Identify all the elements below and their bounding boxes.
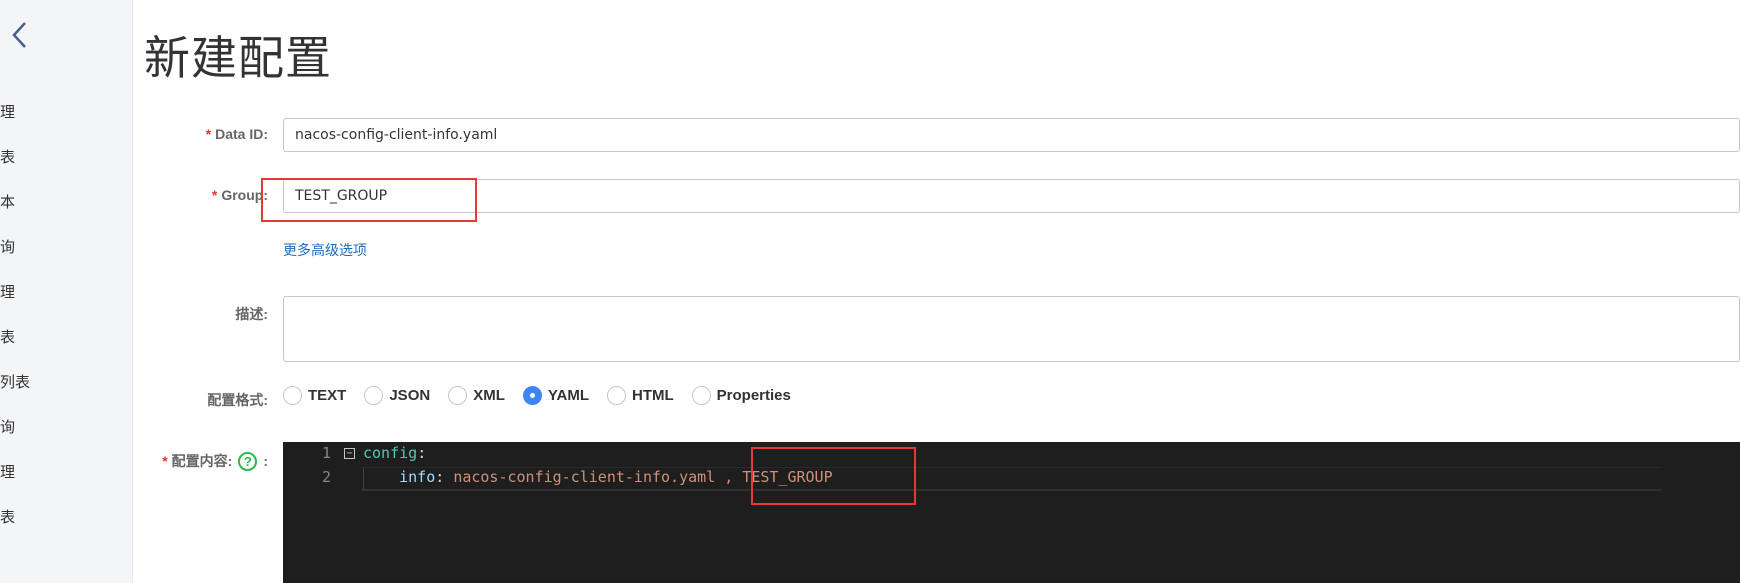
- group-label: * Group:: [212, 187, 268, 203]
- radio-label: YAML: [547, 387, 589, 404]
- sidebar-item[interactable]: 询: [0, 416, 15, 437]
- content-label-text: 配置内容:: [171, 453, 233, 469]
- radio-circle[interactable]: [364, 386, 384, 405]
- radio-label: Properties: [716, 387, 791, 404]
- sidebar-item[interactable]: 列表: [0, 371, 30, 392]
- code-line-2: info: nacos-config-client-info.yaml , TE…: [363, 468, 833, 486]
- radio-circle[interactable]: [283, 386, 302, 405]
- code-editor[interactable]: 1 2 − config: info: nacos-config-client-…: [283, 442, 1740, 583]
- yaml-key: config: [363, 444, 418, 462]
- advanced-options-link[interactable]: 更多高级选项: [283, 240, 367, 260]
- format-radio-properties[interactable]: Properties: [691, 386, 791, 405]
- back-arrow-icon[interactable]: [5, 20, 35, 50]
- sidebar-item[interactable]: 表: [0, 146, 15, 167]
- yaml-value: nacos-config-client-info.yaml , TEST_GRO…: [453, 468, 833, 486]
- fold-minus-icon[interactable]: −: [344, 448, 355, 459]
- radio-circle[interactable]: [448, 386, 468, 405]
- sidebar-item[interactable]: 表: [0, 506, 15, 527]
- sidebar-item[interactable]: 表: [0, 326, 15, 347]
- format-radio-text[interactable]: TEXT: [283, 386, 346, 405]
- description-label-text: 描述:: [235, 306, 268, 322]
- sidebar-item[interactable]: 理: [0, 101, 15, 122]
- sidebar-item[interactable]: 理: [0, 461, 15, 482]
- format-radio-yaml[interactable]: YAML: [522, 386, 589, 405]
- format-radio-html[interactable]: HTML: [607, 386, 674, 405]
- yaml-key: info: [399, 468, 436, 486]
- sidebar-item[interactable]: 本: [0, 191, 15, 212]
- format-radio-json[interactable]: JSON: [364, 386, 430, 405]
- required-mark: *: [205, 126, 212, 142]
- data-id-input[interactable]: [283, 118, 1740, 152]
- radio-circle[interactable]: [607, 386, 626, 405]
- required-mark: *: [162, 453, 168, 469]
- group-input[interactable]: [283, 179, 1740, 213]
- radio-circle-checked[interactable]: [522, 386, 542, 405]
- radio-label: HTML: [632, 387, 674, 404]
- radio-label: XML: [473, 387, 505, 404]
- yaml-colon: :: [417, 444, 427, 462]
- yaml-colon: :: [435, 468, 445, 486]
- radio-label: TEXT: [308, 387, 347, 404]
- data-id-label: * Data ID:: [206, 126, 268, 142]
- description-label: 描述:: [235, 304, 268, 324]
- format-label: 配置格式:: [207, 390, 268, 410]
- group-label-text: Group:: [221, 187, 268, 203]
- radio-circle[interactable]: [691, 386, 711, 405]
- line-number: 1: [321, 444, 331, 462]
- sidebar-item[interactable]: 询: [0, 236, 15, 257]
- data-id-label-text: Data ID:: [215, 126, 268, 142]
- format-radio-group: TEXT JSON XML YAML HTML Properties: [283, 386, 809, 405]
- required-mark: *: [211, 187, 218, 203]
- code-line-1: config:: [363, 444, 426, 462]
- help-icon[interactable]: ?: [238, 451, 258, 471]
- content-label: * 配置内容: ? :: [162, 451, 268, 471]
- content-label-colon: :: [263, 453, 268, 469]
- line-number: 2: [321, 468, 331, 486]
- description-textarea[interactable]: [283, 296, 1740, 362]
- format-radio-xml[interactable]: XML: [448, 386, 505, 405]
- sidebar: 理 表 本 询 理 表 列表 询 理 表: [0, 0, 133, 583]
- sidebar-item[interactable]: 理: [0, 281, 15, 302]
- format-label-text: 配置格式:: [207, 392, 268, 408]
- radio-label: JSON: [389, 387, 431, 404]
- page-title: 新建配置: [144, 31, 332, 85]
